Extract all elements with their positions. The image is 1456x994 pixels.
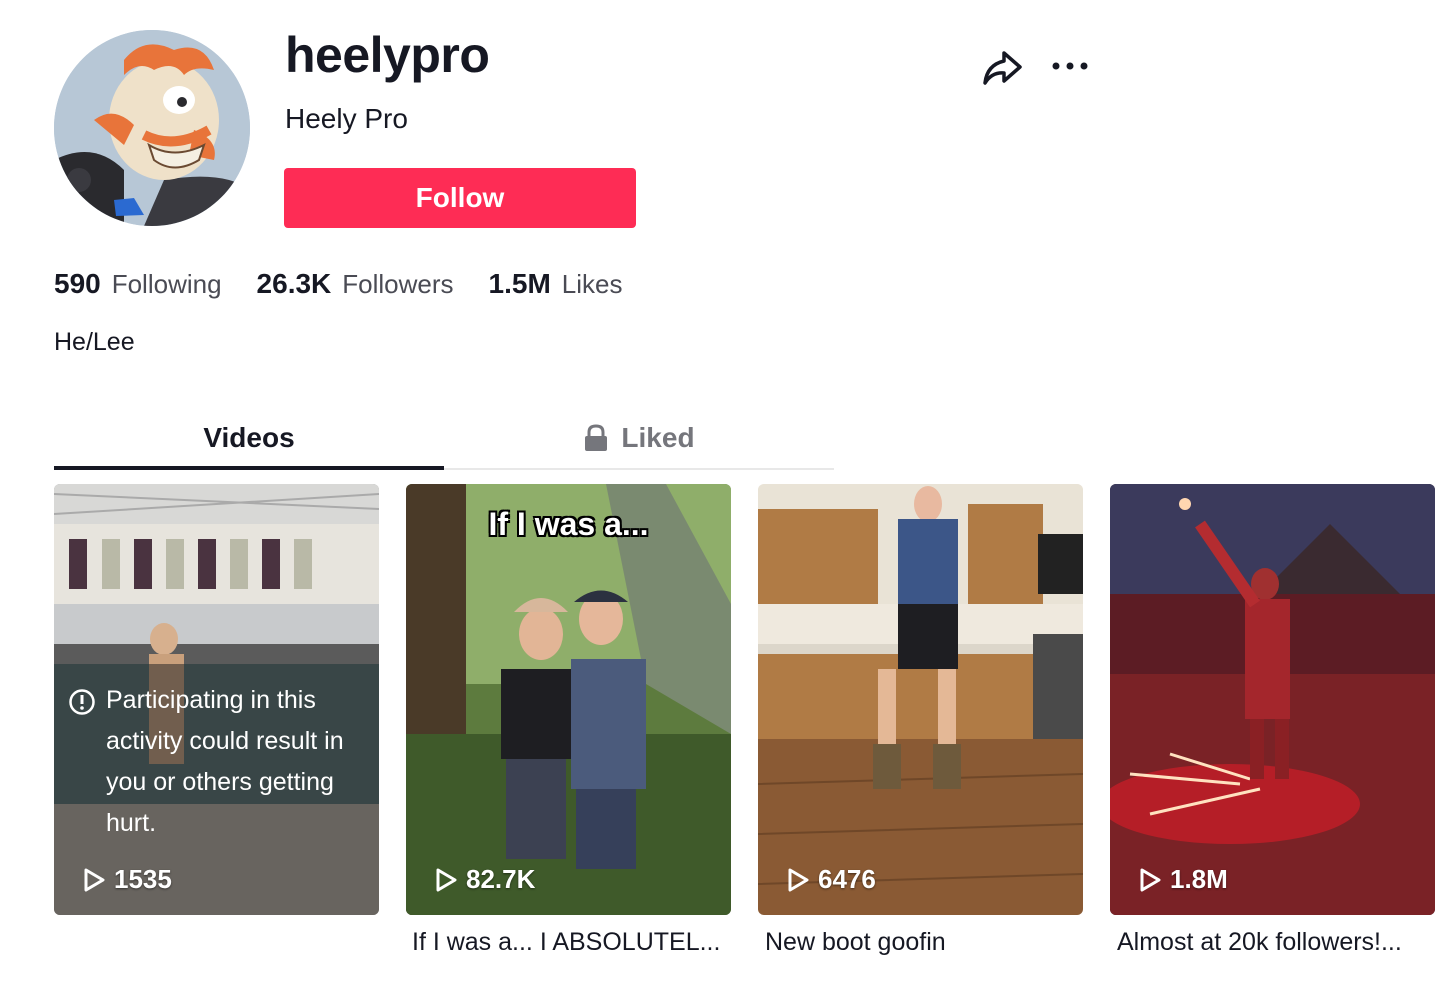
followers-count: 26.3K (256, 268, 332, 299)
view-count-value: 82.7K (466, 864, 536, 894)
active-tab-indicator (54, 466, 444, 470)
play-icon (788, 868, 809, 891)
tab-videos[interactable]: Videos (54, 408, 444, 468)
view-count-value: 1.8M (1170, 864, 1228, 894)
followers-stat[interactable]: 26.3K Followers (257, 268, 454, 300)
video-caption-3[interactable]: New boot goofin (765, 928, 1090, 957)
video-card-2[interactable]: If I was a... 82.7K (406, 484, 731, 915)
following-count: 590 (54, 268, 101, 299)
view-count: 6476 (786, 864, 876, 895)
profile-tabs: Videos Liked (54, 408, 834, 470)
tab-videos-label: Videos (203, 422, 295, 453)
tab-liked-label: Liked (621, 422, 695, 453)
play-icon (84, 868, 105, 891)
share-icon[interactable] (980, 45, 1024, 89)
view-count: 1.8M (1138, 864, 1228, 895)
tab-liked[interactable]: Liked (444, 408, 834, 468)
video-card-4[interactable]: 1.8M (1110, 484, 1435, 915)
following-label: Following (111, 269, 222, 299)
username: heelypro (285, 27, 490, 83)
lock-icon (585, 424, 608, 451)
video-caption-4[interactable]: Almost at 20k followers!... (1117, 928, 1442, 957)
video-thumbnail (1110, 484, 1435, 915)
warning-text: Participating in this activity could res… (106, 686, 344, 837)
video-thumbnail (406, 484, 731, 915)
video-card-1[interactable]: Participating in this activity could res… (54, 484, 379, 915)
view-count-value: 6476 (818, 864, 876, 894)
play-icon (436, 868, 457, 891)
play-icon (1140, 868, 1161, 891)
video-card-3[interactable]: 6476 (758, 484, 1083, 915)
followers-label: Followers (342, 269, 454, 299)
video-caption-2[interactable]: If I was a... I ABSOLUTEL... (412, 928, 737, 957)
bio: He/Lee (54, 328, 135, 356)
profile-stats: 590 Following 26.3K Followers 1.5M Likes (54, 268, 657, 300)
video-overlay-text: If I was a... (488, 506, 649, 542)
likes-stat: 1.5M Likes (489, 268, 623, 300)
view-count: 1535 (82, 864, 172, 895)
likes-count: 1.5M (488, 268, 551, 299)
likes-label: Likes (561, 269, 623, 299)
follow-button[interactable]: Follow (284, 168, 636, 228)
more-icon[interactable] (1048, 52, 1092, 80)
view-count: 82.7K (434, 864, 535, 895)
nickname: Heely Pro (285, 103, 408, 134)
view-count-value: 1535 (114, 864, 172, 894)
warning-icon (69, 689, 95, 715)
avatar[interactable] (54, 30, 250, 226)
following-stat[interactable]: 590 Following (54, 268, 222, 300)
video-thumbnail (758, 484, 1083, 915)
